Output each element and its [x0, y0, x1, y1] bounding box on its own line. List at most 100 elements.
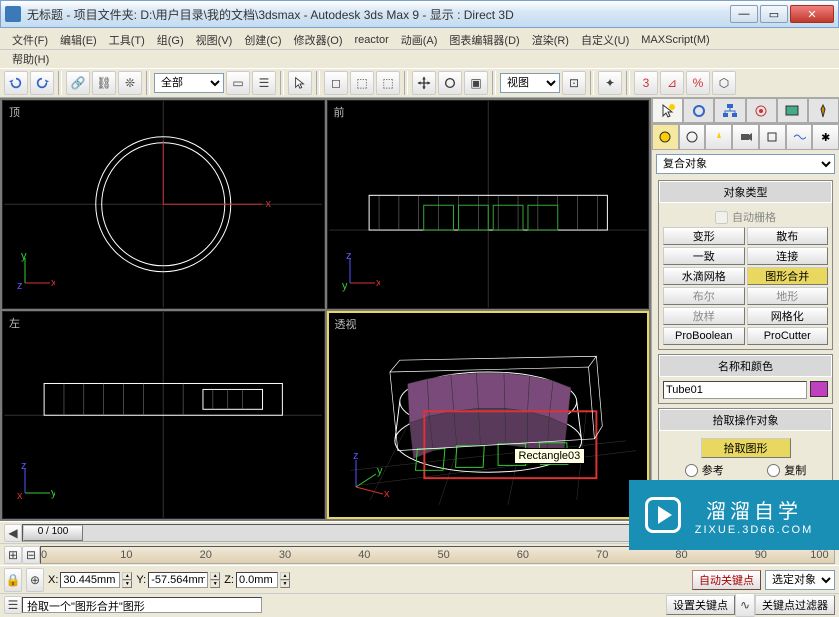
btn-pick-shape[interactable]: 拾取图形 — [701, 438, 791, 458]
select-by-name-button[interactable]: ☰ — [252, 71, 276, 95]
btn-mesher[interactable]: 网格化 — [747, 307, 829, 325]
object-name-input[interactable] — [663, 381, 807, 399]
btn-connect[interactable]: 连接 — [747, 247, 829, 265]
viewport-front[interactable]: 前 xzy — [327, 100, 650, 309]
angle-snap-button[interactable]: ⊿ — [660, 71, 684, 95]
setkey-button[interactable]: 设置关键点 — [666, 595, 735, 615]
subtab-shapes[interactable] — [679, 124, 706, 150]
btn-shapemerge[interactable]: 图形合并 — [747, 267, 829, 285]
subtab-helpers[interactable] — [759, 124, 786, 150]
menu-views[interactable]: 视图(V) — [190, 30, 239, 50]
percent-snap-button[interactable]: % — [686, 71, 710, 95]
viewport-perspective[interactable]: 透视 — [327, 311, 650, 520]
unlink-button[interactable]: ⛓ — [92, 71, 116, 95]
tab-utilities[interactable] — [808, 98, 839, 123]
minimize-button[interactable]: — — [730, 5, 758, 23]
tab-motion[interactable] — [746, 98, 777, 123]
abs-rel-icon[interactable]: ⊕ — [26, 568, 44, 592]
btn-scatter[interactable]: 散布 — [747, 227, 829, 245]
time-slider-thumb[interactable]: 0 / 100 — [23, 525, 83, 541]
rect-select-button[interactable]: ◻ — [324, 71, 348, 95]
x-spinner[interactable]: ▲▼ — [122, 572, 132, 588]
y-coord-input[interactable] — [148, 572, 208, 588]
selection-filter-dropdown[interactable]: 全部 — [154, 73, 224, 93]
paint-select-button[interactable]: ⬚ — [376, 71, 400, 95]
radio-reference[interactable] — [685, 464, 698, 477]
subtab-systems[interactable]: ✱ — [812, 124, 839, 150]
menu-graph[interactable]: 图表编辑器(D) — [443, 30, 525, 50]
keymode-dropdown[interactable]: 选定对象 — [765, 570, 835, 590]
z-coord-input[interactable] — [236, 572, 278, 588]
menu-animation[interactable]: 动画(A) — [395, 30, 444, 50]
autogrid-checkbox — [715, 211, 728, 224]
menu-maxscript[interactable]: MAXScript(M) — [635, 32, 715, 48]
select-object-button[interactable]: ▭ — [226, 71, 250, 95]
menu-help[interactable]: 帮助(H) — [6, 49, 55, 69]
btn-proboolean[interactable]: ProBoolean — [663, 327, 745, 345]
axis-gizmo-top: xyz — [15, 253, 55, 296]
scale-button[interactable]: ▣ — [464, 71, 488, 95]
svg-text:x: x — [376, 277, 380, 289]
menu-file[interactable]: 文件(F) — [6, 30, 54, 50]
move-button[interactable] — [412, 71, 436, 95]
ref-coord-dropdown[interactable]: 视图 — [500, 73, 560, 93]
manipulate-button[interactable]: ✦ — [598, 71, 622, 95]
category-dropdown[interactable]: 复合对象 — [656, 154, 835, 174]
tab-modify[interactable] — [683, 98, 714, 123]
z-spinner[interactable]: ▲▼ — [280, 572, 290, 588]
y-spinner[interactable]: ▲▼ — [210, 572, 220, 588]
object-color-swatch[interactable] — [810, 381, 828, 397]
axis-gizmo-left: yzx — [15, 463, 55, 506]
time-slider-lock-icon[interactable]: ◀ — [4, 524, 22, 542]
window-crossing-button[interactable]: ⬚ — [350, 71, 374, 95]
snap-toggle-button[interactable]: 3 — [634, 71, 658, 95]
menu-customize[interactable]: 自定义(U) — [575, 30, 635, 50]
maximize-button[interactable]: ▭ — [760, 5, 788, 23]
x-coord-input[interactable] — [60, 572, 120, 588]
btn-conform[interactable]: 一致 — [663, 247, 745, 265]
menu-reactor[interactable]: reactor — [349, 32, 395, 48]
trackbar-key-icon[interactable]: ⊟ — [22, 546, 40, 564]
rotate-button[interactable] — [438, 71, 462, 95]
btn-terrain[interactable]: 地形 — [747, 287, 829, 305]
title-bar: 无标题 - 项目文件夹: D:\用户目录\我的文档\3dsmax - Autod… — [0, 0, 839, 28]
viewport-top[interactable]: 顶 x xyz — [2, 100, 325, 309]
rollout-name-header[interactable]: 名称和颜色 — [659, 355, 832, 377]
subtab-lights[interactable] — [705, 124, 732, 150]
radio-copy[interactable] — [767, 464, 780, 477]
tab-hierarchy[interactable] — [714, 98, 745, 123]
spinner-snap-button[interactable]: ⬡ — [712, 71, 736, 95]
autokey-button[interactable]: 自动关键点 — [692, 570, 761, 590]
select-arrow-button[interactable] — [288, 71, 312, 95]
lock-selection-icon[interactable]: 🔒 — [4, 568, 22, 592]
keyfilter-icon[interactable]: ∿ — [735, 593, 755, 617]
rollout-pick-header[interactable]: 拾取操作对象 — [659, 409, 832, 431]
keyfilter-button[interactable]: 关键点过滤器 — [755, 595, 835, 615]
pivot-center-button[interactable]: ⊡ — [562, 71, 586, 95]
menu-render[interactable]: 渲染(R) — [526, 30, 575, 50]
btn-blobmesh[interactable]: 水滴网格 — [663, 267, 745, 285]
viewport-left[interactable]: 左 yzx — [2, 311, 325, 520]
trackbar-toggle-icon[interactable]: ⊞ — [4, 546, 22, 564]
script-listener-icon[interactable]: ☰ — [4, 596, 22, 614]
menu-group[interactable]: 组(G) — [151, 30, 190, 50]
subtab-cameras[interactable] — [732, 124, 759, 150]
btn-morph[interactable]: 变形 — [663, 227, 745, 245]
tab-display[interactable] — [777, 98, 808, 123]
close-button[interactable]: ✕ — [790, 5, 834, 23]
rollout-object-type-header[interactable]: 对象类型 — [659, 181, 832, 203]
menu-modifiers[interactable]: 修改器(O) — [288, 30, 349, 50]
link-button[interactable]: 🔗 — [66, 71, 90, 95]
btn-loft[interactable]: 放样 — [663, 307, 745, 325]
bind-space-warp-button[interactable]: ❊ — [118, 71, 142, 95]
undo-button[interactable] — [4, 71, 28, 95]
menu-tools[interactable]: 工具(T) — [103, 30, 151, 50]
menu-edit[interactable]: 编辑(E) — [54, 30, 103, 50]
tab-create[interactable] — [652, 98, 683, 123]
redo-button[interactable] — [30, 71, 54, 95]
menu-create[interactable]: 创建(C) — [238, 30, 287, 50]
subtab-spacewarps[interactable] — [786, 124, 813, 150]
btn-procutter[interactable]: ProCutter — [747, 327, 829, 345]
btn-boolean[interactable]: 布尔 — [663, 287, 745, 305]
subtab-geometry[interactable] — [652, 124, 679, 150]
